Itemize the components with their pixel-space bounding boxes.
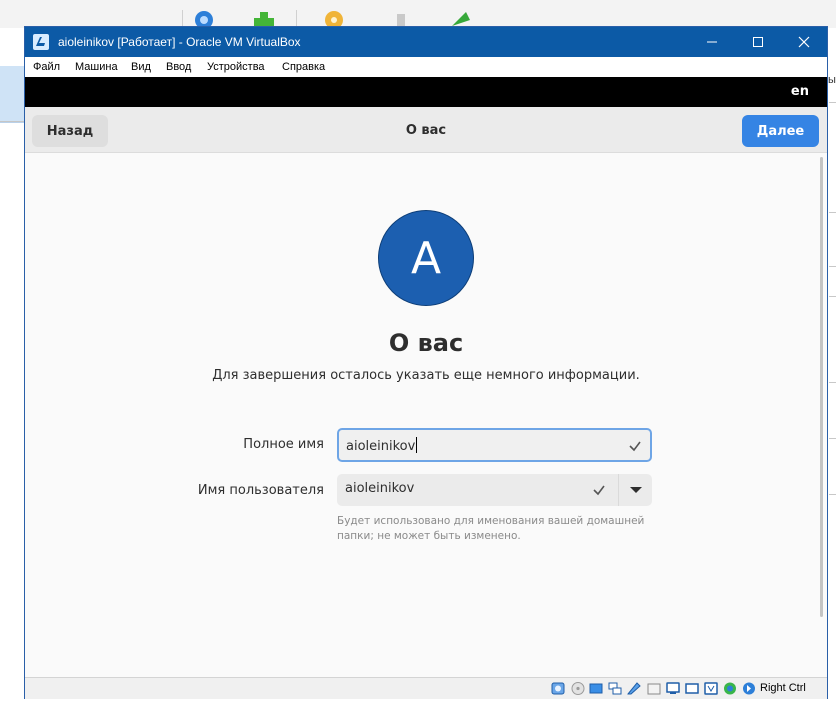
close-button[interactable] xyxy=(781,27,827,57)
virtualbox-app-icon xyxy=(33,34,49,50)
host-right-text: ы xyxy=(828,74,836,86)
optical-drive-icon[interactable] xyxy=(571,682,585,695)
machine-settings-icon[interactable] xyxy=(321,6,347,29)
shared-folders-icon[interactable] xyxy=(647,682,661,695)
window-title: aioleinikov [Работает] - Oracle VM Virtu… xyxy=(58,35,301,49)
keyboard-layout-indicator[interactable]: en xyxy=(791,84,809,99)
hard-disk-icon[interactable] xyxy=(551,682,565,695)
host-divider xyxy=(829,382,836,383)
host-divider xyxy=(0,121,26,122)
username-label: Имя пользователя xyxy=(197,483,324,498)
host-divider xyxy=(829,494,836,495)
display-icon[interactable] xyxy=(666,682,680,695)
title-bar[interactable]: aioleinikov [Работает] - Oracle VM Virtu… xyxy=(25,27,827,57)
header-title: О вас xyxy=(405,123,447,138)
username-dropdown-button[interactable] xyxy=(618,474,653,506)
video-capture-icon[interactable] xyxy=(685,682,699,695)
vm-status-bar: Right Ctrl xyxy=(25,677,827,699)
minimize-icon xyxy=(707,41,717,43)
page-subtitle: Для завершения осталось указать еще немн… xyxy=(212,368,640,383)
chevron-down-icon xyxy=(630,487,642,493)
start-vm-icon[interactable] xyxy=(446,6,472,28)
gnome-top-bar: en xyxy=(25,77,827,107)
discard-icon[interactable] xyxy=(388,6,414,28)
host-divider xyxy=(829,296,836,297)
host-vm-list-selection[interactable] xyxy=(0,66,26,123)
username-combo[interactable]: aioleinikov xyxy=(337,474,652,506)
toolbar-separator xyxy=(182,10,183,28)
checkmark-icon xyxy=(629,441,641,452)
next-button[interactable]: Далее xyxy=(742,115,819,147)
menu-machine[interactable]: Машина xyxy=(75,61,118,73)
maximize-button[interactable] xyxy=(735,27,781,57)
toolbar-separator xyxy=(296,10,297,28)
menu-file[interactable]: Файл xyxy=(33,61,60,73)
usb-icon[interactable] xyxy=(627,682,641,695)
host-details-panel xyxy=(827,28,836,708)
recording-icon[interactable] xyxy=(704,682,718,695)
username-value: aioleinikov xyxy=(345,481,415,496)
menu-devices[interactable]: Устройства xyxy=(207,61,265,73)
audio-icon[interactable] xyxy=(589,682,603,695)
setup-header: Назад О вас Далее xyxy=(25,107,827,153)
checkmark-icon xyxy=(593,485,605,496)
settings-gear-icon[interactable] xyxy=(191,6,217,29)
username-hint: Будет использовано для именования вашей … xyxy=(337,515,645,542)
menu-bar: Файл Машина Вид Ввод Устройства Справка xyxy=(25,57,827,78)
full-name-value: aioleinikov xyxy=(346,439,416,454)
new-vm-icon[interactable] xyxy=(251,6,277,28)
host-toolbar xyxy=(0,0,836,29)
page-heading: О вас xyxy=(388,329,464,357)
content-scrollbar[interactable] xyxy=(820,157,823,617)
host-divider xyxy=(829,102,836,103)
host-divider xyxy=(829,438,836,439)
guest-screen[interactable]: en Назад О вас Далее A О вас Для заверше… xyxy=(25,77,827,677)
avatar[interactable]: A xyxy=(378,210,474,306)
mouse-integration-icon[interactable] xyxy=(742,682,756,695)
host-key-label[interactable]: Right Ctrl xyxy=(760,682,806,694)
menu-help[interactable]: Справка xyxy=(282,61,325,73)
minimize-button[interactable] xyxy=(689,27,735,57)
menu-input[interactable]: Ввод xyxy=(166,61,191,73)
network-icon[interactable] xyxy=(608,682,622,695)
host-divider xyxy=(829,266,836,267)
full-name-field[interactable]: aioleinikov xyxy=(337,428,652,462)
vm-window: aioleinikov [Работает] - Oracle VM Virtu… xyxy=(25,27,827,699)
full-name-label: Полное имя xyxy=(243,437,324,452)
virtualization-icon[interactable] xyxy=(723,682,737,695)
maximize-icon xyxy=(753,37,763,47)
menu-view[interactable]: Вид xyxy=(131,61,151,73)
text-caret xyxy=(416,437,418,453)
close-icon xyxy=(798,36,810,48)
host-divider xyxy=(829,212,836,213)
